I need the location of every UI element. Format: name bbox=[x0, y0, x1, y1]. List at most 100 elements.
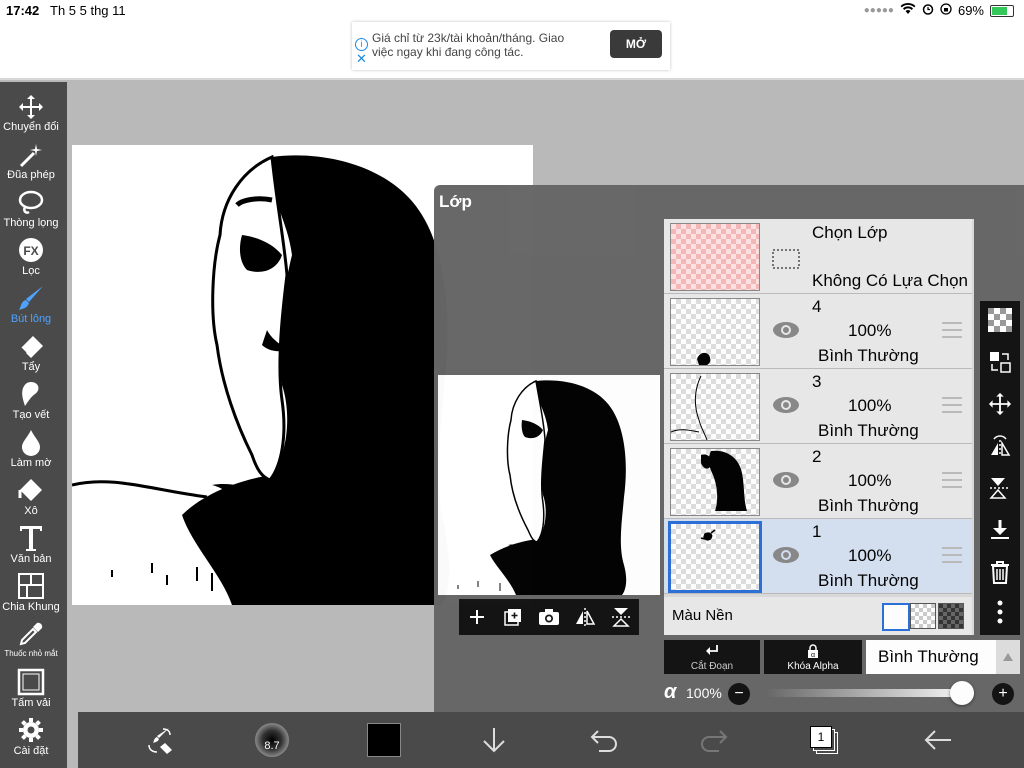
status-bar: 17:42 Th 5 5 thg 11 ●●●●● 69% bbox=[0, 0, 1024, 22]
undo-button[interactable] bbox=[586, 722, 622, 758]
camera-icon bbox=[539, 609, 559, 625]
layers-stack-icon: 1 bbox=[810, 726, 838, 754]
status-indicators: ●●●●● 69% bbox=[864, 3, 1014, 18]
flip-layer-vertical-button[interactable] bbox=[987, 475, 1013, 501]
layer-panel: Lớp Chọn Lớp Không Có Lựa Chọn 4 100% Bì… bbox=[434, 185, 1024, 712]
brush-size-value: 8.7 bbox=[264, 740, 280, 752]
redo-icon bbox=[701, 730, 728, 752]
move-icon bbox=[0, 92, 62, 120]
selection-layer-status: Không Có Lựa Chọn bbox=[812, 271, 968, 290]
tool-settings[interactable]: Cài đặt bbox=[0, 716, 62, 757]
duplicate-layer-button[interactable] bbox=[501, 605, 525, 629]
drag-handle-icon[interactable] bbox=[942, 322, 962, 343]
tool-lasso[interactable]: Thòng lọng bbox=[0, 188, 62, 229]
clip-arrow-icon bbox=[706, 645, 718, 655]
tool-transform[interactable]: Chuyển đổi bbox=[0, 92, 62, 133]
redo-button[interactable] bbox=[696, 722, 732, 758]
tool-text[interactable]: Văn bản bbox=[0, 524, 62, 565]
blend-mode-arrow[interactable] bbox=[996, 640, 1020, 674]
ad-open-button[interactable]: MỞ bbox=[610, 30, 662, 58]
layer-name: 4 bbox=[812, 297, 822, 316]
drag-handle-icon[interactable] bbox=[942, 472, 962, 493]
tool-filter[interactable]: FX Lọc bbox=[0, 236, 62, 277]
layers-button[interactable]: 1 bbox=[806, 722, 842, 758]
layer-opacity: 100% bbox=[848, 471, 892, 490]
flip-horizontal-button[interactable] bbox=[573, 605, 597, 629]
ad-banner[interactable]: i ✕ Giá chỉ từ 23k/tài khoản/tháng. Giao… bbox=[352, 22, 670, 70]
tool-eyedropper[interactable]: Thuốc nhỏ mắt bbox=[0, 620, 62, 658]
back-button[interactable] bbox=[920, 722, 956, 758]
selection-layer-thumbnail bbox=[670, 223, 760, 291]
battery-percent: 69% bbox=[957, 3, 984, 18]
eye-icon[interactable] bbox=[772, 395, 800, 415]
tool-blur[interactable]: Làm mờ bbox=[0, 428, 62, 469]
background-dark-swatch[interactable] bbox=[938, 603, 964, 629]
clipping-button[interactable]: Cắt Đoạn bbox=[664, 640, 760, 674]
opacity-increase-button[interactable]: + bbox=[992, 683, 1014, 705]
eyedropper-icon bbox=[0, 620, 62, 648]
signal-dots-icon: ●●●●● bbox=[863, 5, 894, 16]
merge-down-button[interactable] bbox=[987, 517, 1013, 543]
lasso-icon bbox=[0, 188, 62, 216]
svg-text:FX: FX bbox=[23, 244, 38, 258]
move-down-button[interactable] bbox=[476, 722, 512, 758]
add-layer-button[interactable] bbox=[465, 605, 489, 629]
bottom-toolbar: 8.7 1 bbox=[78, 712, 1024, 768]
text-icon bbox=[0, 524, 62, 552]
tool-brush[interactable]: Bút lông bbox=[0, 284, 62, 325]
tool-eraser[interactable]: Tẩy bbox=[0, 332, 62, 373]
layer-preview bbox=[438, 375, 660, 595]
layer-opacity: 100% bbox=[848, 546, 892, 565]
eye-icon[interactable] bbox=[772, 470, 800, 490]
opacity-row: α 100% − + bbox=[664, 679, 1020, 709]
info-icon[interactable]: i bbox=[355, 38, 368, 51]
checkerboard-icon bbox=[988, 308, 1012, 332]
brush-size-button[interactable]: 8.7 bbox=[254, 722, 290, 758]
more-options-button[interactable] bbox=[987, 599, 1013, 625]
lock-icon: α bbox=[808, 644, 818, 659]
alpha-lock-button[interactable]: α Khóa Alpha bbox=[764, 640, 862, 674]
selection-layer-row[interactable]: Chọn Lớp Không Có Lựa Chọn bbox=[664, 219, 972, 294]
canvas-icon bbox=[0, 668, 62, 696]
ad-area: i ✕ Giá chỉ từ 23k/tài khoản/tháng. Giao… bbox=[0, 22, 1024, 80]
eye-icon[interactable] bbox=[772, 545, 800, 565]
opacity-decrease-button[interactable]: − bbox=[728, 683, 750, 705]
color-button[interactable] bbox=[366, 722, 402, 758]
move-layer-button[interactable] bbox=[987, 391, 1013, 417]
transparency-button[interactable] bbox=[987, 307, 1013, 333]
arrow-down-icon bbox=[483, 728, 505, 753]
flip-vertical-button[interactable] bbox=[609, 605, 633, 629]
background-white-swatch[interactable] bbox=[882, 603, 910, 631]
tool-bucket[interactable]: Xô bbox=[0, 476, 62, 517]
blend-mode-select[interactable]: Bình Thường bbox=[866, 640, 996, 674]
preview-toolbar bbox=[459, 599, 639, 635]
alarm-icon bbox=[922, 3, 934, 18]
layer-thumbnail bbox=[670, 373, 760, 441]
background-transparent-swatch[interactable] bbox=[910, 603, 936, 629]
layer-row-selected[interactable]: 1 100% Bình Thường bbox=[664, 519, 972, 594]
brush-eraser-toggle-button[interactable] bbox=[142, 722, 178, 758]
import-photo-button[interactable] bbox=[537, 605, 561, 629]
smudge-icon bbox=[0, 380, 62, 408]
bucket-icon bbox=[0, 476, 62, 504]
flip-layer-horizontal-button[interactable] bbox=[987, 433, 1013, 459]
drag-handle-icon[interactable] bbox=[942, 397, 962, 418]
layer-row[interactable]: 4 100% Bình Thường bbox=[664, 294, 972, 369]
status-time: 17:42 bbox=[6, 3, 40, 18]
tool-magic-wand[interactable]: Đũa phép bbox=[0, 140, 62, 181]
layer-blend-mode: Bình Thường bbox=[818, 421, 919, 440]
frame-divider-icon bbox=[0, 572, 62, 600]
drag-handle-icon[interactable] bbox=[942, 547, 962, 568]
tool-frame-divider[interactable]: Chia Khung bbox=[0, 572, 62, 613]
close-icon[interactable]: ✕ bbox=[356, 52, 367, 65]
layer-row[interactable]: 2 100% Bình Thường bbox=[664, 444, 972, 519]
current-color-swatch bbox=[367, 723, 401, 757]
layer-row[interactable]: 3 100% Bình Thường bbox=[664, 369, 972, 444]
tool-smudge[interactable]: Tạo vết bbox=[0, 380, 62, 421]
opacity-slider[interactable] bbox=[766, 681, 974, 705]
tool-canvas[interactable]: Tấm vải bbox=[0, 668, 62, 709]
delete-layer-button[interactable] bbox=[987, 559, 1013, 585]
layer-transfer-button[interactable] bbox=[987, 349, 1013, 375]
eye-icon[interactable] bbox=[772, 320, 800, 340]
opacity-slider-knob[interactable] bbox=[950, 681, 974, 705]
